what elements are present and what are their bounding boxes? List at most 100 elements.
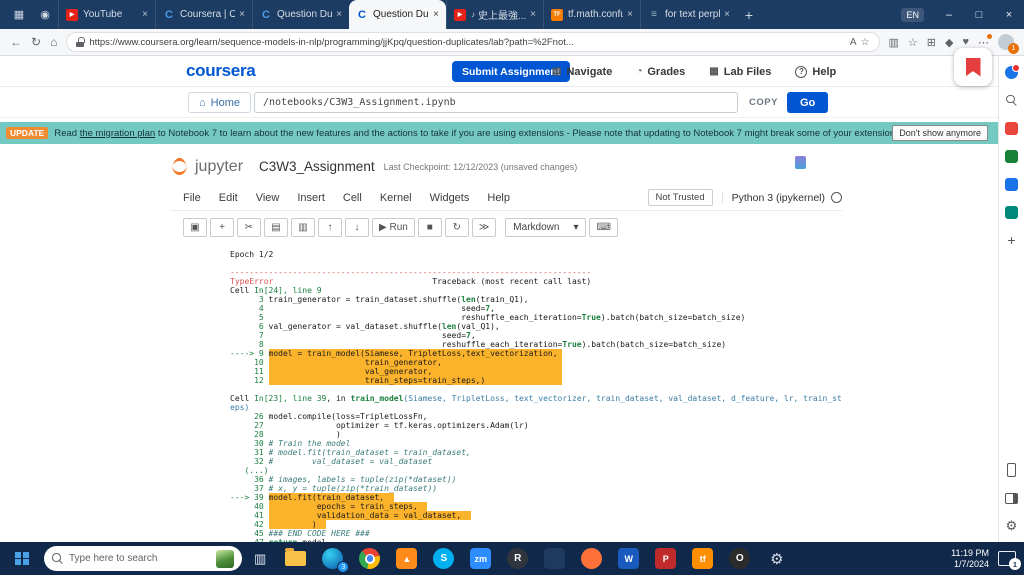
refresh-icon[interactable]: ↻: [31, 35, 41, 49]
phone-link-icon[interactable]: [1004, 462, 1020, 478]
interrupt-kernel-button[interactable]: ■: [417, 218, 442, 237]
taskbar-app-edge-browser[interactable]: 3: [321, 547, 350, 573]
migration-plan-link[interactable]: the migration plan: [80, 128, 156, 139]
outlook-icon[interactable]: [1004, 176, 1020, 192]
menu-widgets[interactable]: Widgets: [421, 192, 479, 204]
favorite-star-icon[interactable]: ☆: [861, 37, 870, 48]
cell-type-select[interactable]: Markdown ▾: [505, 218, 587, 237]
favorites-icon[interactable]: ☆: [908, 36, 918, 49]
browser-tab[interactable]: CQuestion Dupli...×: [252, 0, 349, 29]
taskbar-app-tensorflow-app[interactable]: tf: [691, 547, 714, 570]
tab-close-button[interactable]: ×: [239, 9, 245, 20]
menu-help[interactable]: Help: [478, 192, 519, 204]
add-sidebar-app-icon[interactable]: +: [1004, 232, 1020, 248]
taskbar-app-r-app[interactable]: R: [506, 547, 529, 570]
browser-home-icon[interactable]: ⌂: [50, 35, 57, 49]
task-view-button[interactable]: ▥: [254, 551, 266, 567]
profile-avatar[interactable]: 1: [998, 34, 1019, 54]
lab-files-button[interactable]: ▦ Lab Files: [709, 66, 771, 78]
action-center-button[interactable]: 1: [998, 551, 1021, 570]
browser-tab[interactable]: CQuestion Dupli...×: [349, 0, 446, 29]
jupyter-logo-icon[interactable]: [170, 156, 190, 177]
taskbar-app-vlc-media[interactable]: ▲: [395, 547, 418, 570]
close-button[interactable]: ×: [994, 9, 1024, 21]
menu-insert[interactable]: Insert: [288, 192, 334, 204]
menu-view[interactable]: View: [247, 192, 289, 204]
read-aloud-icon[interactable]: A: [850, 37, 857, 48]
tab-close-button[interactable]: ×: [724, 9, 730, 20]
tab-close-button[interactable]: ×: [433, 9, 439, 20]
notebook-path-input[interactable]: /notebooks/C3W3_Assignment.ipynb: [254, 92, 738, 113]
restart-run-all-button[interactable]: ≫: [471, 218, 497, 237]
menu-edit[interactable]: Edit: [210, 192, 247, 204]
jupyter-notification-icon[interactable]: [795, 156, 806, 169]
tab-actions-button[interactable]: ▦: [6, 4, 32, 26]
tab-audio-icon[interactable]: ♪: [471, 10, 475, 19]
language-badge[interactable]: EN: [901, 7, 924, 22]
run-button[interactable]: ▶ Run: [372, 218, 415, 237]
paste-cells-button[interactable]: ▥: [291, 218, 315, 237]
taskbar-search[interactable]: Type here to search: [44, 546, 242, 571]
new-tab-button[interactable]: +: [737, 4, 761, 26]
move-cell-up-button[interactable]: ↑: [318, 218, 342, 237]
floating-extension-widget[interactable]: [954, 48, 992, 86]
start-button[interactable]: [0, 542, 44, 575]
sidebar-settings-icon[interactable]: ⚙: [1004, 518, 1020, 534]
restart-kernel-button[interactable]: ↻: [444, 218, 469, 237]
extensions-icon[interactable]: ◆: [945, 36, 953, 49]
pinned-tab[interactable]: ◉: [32, 4, 58, 26]
settings-more-icon[interactable]: ⋯: [978, 33, 992, 49]
minimize-button[interactable]: –: [934, 9, 964, 21]
back-icon[interactable]: ←: [10, 35, 22, 49]
collections-icon[interactable]: ⊞: [927, 36, 936, 49]
grades-button[interactable]: ◔ Grades: [636, 66, 685, 78]
taskbar-app-zoom[interactable]: zm: [469, 547, 492, 570]
insert-cell-button[interactable]: +: [210, 218, 234, 237]
copy-button[interactable]: COPY: [749, 97, 778, 108]
menu-kernel[interactable]: Kernel: [371, 192, 421, 204]
not-trusted-badge[interactable]: Not Trusted: [647, 189, 713, 206]
url-field[interactable]: https://www.coursera.org/learn/sequence-…: [66, 32, 880, 52]
maximize-button[interactable]: □: [964, 9, 994, 21]
taskbar-app-windows-settings[interactable]: ⚙: [765, 547, 788, 570]
coursera-logo[interactable]: coursera: [186, 61, 256, 81]
sidebar-search-icon[interactable]: [1004, 92, 1020, 108]
browser-essentials-icon[interactable]: ♥: [962, 36, 969, 48]
jupyter-brand[interactable]: jupyter: [195, 158, 243, 176]
browser-tab[interactable]: ≡ for text perplex...×: [640, 0, 737, 29]
notebook-title[interactable]: C3W3_Assignment: [259, 159, 375, 174]
taskbar-app-word[interactable]: W: [617, 547, 640, 570]
browser-tab[interactable]: TF tf.math.confusi...×: [543, 0, 640, 29]
taskbar-app-opera-browser[interactable]: O: [728, 547, 751, 570]
home-button[interactable]: ⌂ Home: [188, 92, 251, 113]
dismiss-banner-button[interactable]: Don't show anymore: [892, 125, 988, 141]
command-palette-button[interactable]: ⌨: [589, 218, 618, 237]
search-highlight-image[interactable]: [216, 549, 234, 568]
tab-close-button[interactable]: ×: [142, 9, 148, 20]
copy-cells-button[interactable]: ▤: [264, 218, 288, 237]
taskbar-clock[interactable]: 11:19 PM 1/7/2024: [951, 548, 989, 570]
taskbar-app-chrome-browser[interactable]: [358, 547, 381, 570]
menu-cell[interactable]: Cell: [334, 192, 371, 204]
taskbar-app-acrobat[interactable]: P: [654, 547, 677, 570]
shopping-icon[interactable]: [1004, 120, 1020, 136]
help-button[interactable]: ? Help: [795, 65, 836, 78]
split-screen-icon[interactable]: ▥: [889, 36, 899, 49]
cut-cells-button[interactable]: ✂: [237, 218, 261, 237]
taskbar-app-file-explorer[interactable]: [284, 547, 307, 570]
browser-tab[interactable]: ▶ ♪ 史上最強... ×: [446, 0, 543, 29]
browser-tab[interactable]: C Coursera | Onli...×: [155, 0, 252, 29]
taskbar-app-skype[interactable]: S: [432, 547, 455, 570]
url-text[interactable]: https://www.coursera.org/learn/sequence-…: [89, 37, 846, 48]
browser-tab[interactable]: ▶ YouTube ×: [58, 0, 155, 29]
save-button[interactable]: ▣: [183, 218, 207, 237]
tab-close-button[interactable]: ×: [530, 9, 536, 20]
taskbar-app-code-editor[interactable]: [543, 547, 566, 570]
menu-file[interactable]: File: [174, 192, 210, 204]
copilot-icon[interactable]: [1004, 63, 1020, 80]
tab-close-button[interactable]: ×: [336, 9, 342, 20]
microsoft365-icon[interactable]: [1004, 148, 1020, 164]
tab-close-button[interactable]: ×: [627, 9, 633, 20]
drop-icon[interactable]: [1004, 204, 1020, 220]
navigate-button[interactable]: ▤ Navigate: [552, 66, 612, 78]
